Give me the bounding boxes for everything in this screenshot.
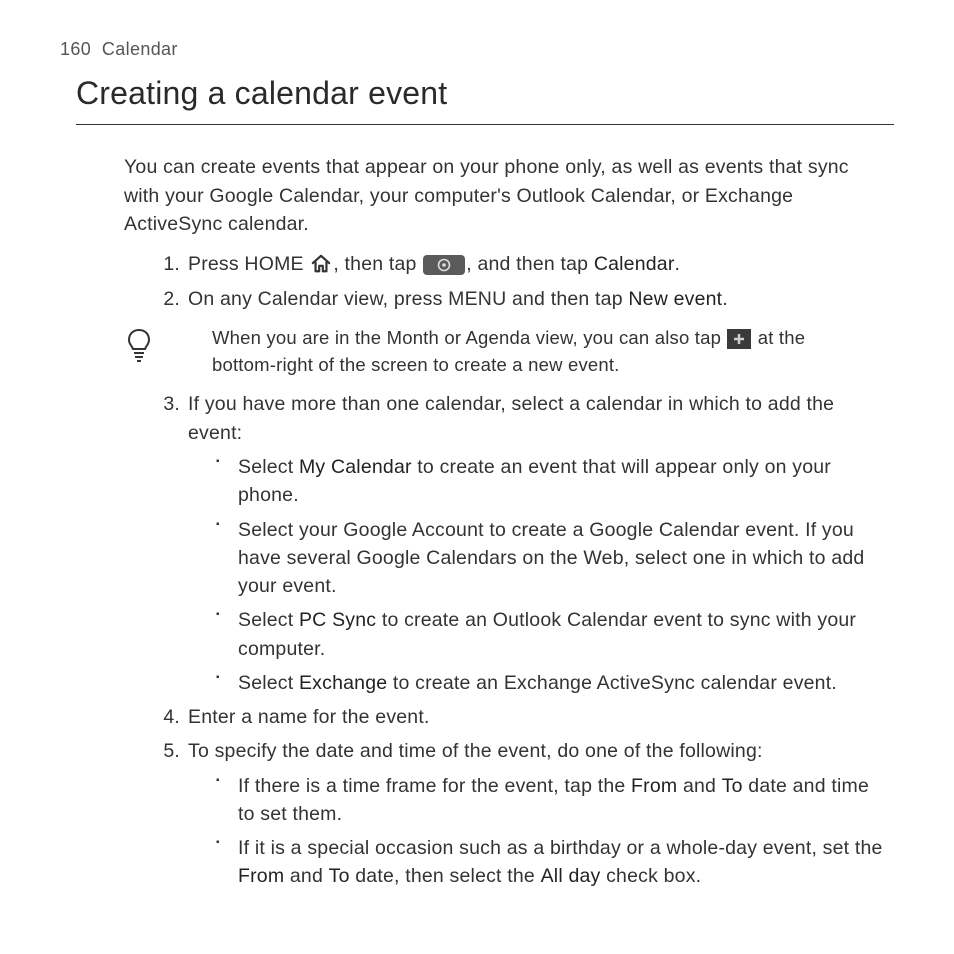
to-label: To (722, 775, 743, 797)
page-header: 160 Calendar (60, 36, 894, 62)
step-5-bullets: If there is a time frame for the event, … (216, 772, 884, 891)
step-text: Press HOME (188, 253, 309, 275)
tip-text: When you are in the Month or Agenda view… (212, 325, 874, 379)
bullet-time-frame: If there is a time frame for the event, … (216, 772, 884, 829)
step-text: If you have more than one calendar, sele… (188, 393, 834, 443)
step-3-bullets: Select My Calendar to create an event th… (216, 453, 884, 697)
step-text: , then tap (333, 253, 422, 275)
bullet-exchange: Select Exchange to create an Exchange Ac… (216, 669, 884, 697)
lightbulb-icon (124, 327, 172, 371)
bullet-google-account: Select your Google Account to create a G… (216, 516, 884, 601)
step-number: 5. (156, 737, 180, 765)
step-text: To specify the date and time of the even… (188, 740, 763, 762)
step-text: . (675, 253, 681, 275)
step-text: , and then tap (466, 253, 594, 275)
calendar-label: Calendar (594, 253, 675, 275)
bullet-all-day: If it is a special occasion such as a bi… (216, 834, 884, 891)
plus-icon (727, 329, 751, 349)
step-number: 1. (156, 250, 180, 278)
page-number: 160 (60, 39, 91, 59)
step-2: 2. On any Calendar view, press MENU and … (164, 285, 884, 313)
from-label: From (631, 775, 677, 797)
step-text: Enter a name for the event. (188, 706, 430, 728)
step-text: On any Calendar view, press MENU and the… (188, 288, 628, 310)
all-day-label: All day (541, 865, 601, 887)
to-label: To (329, 865, 350, 887)
bullet-my-calendar: Select My Calendar to create an event th… (216, 453, 884, 510)
exchange-label: Exchange (299, 672, 387, 694)
step-text: . (722, 288, 728, 310)
steps-list-continued: 3. If you have more than one calendar, s… (164, 390, 884, 890)
page-title: Creating a calendar event (76, 70, 894, 125)
intro-paragraph: You can create events that appear on you… (124, 153, 884, 238)
bullet-pc-sync: Select PC Sync to create an Outlook Cale… (216, 606, 884, 663)
steps-list: 1. Press HOME , then tap , and then tap … (164, 250, 884, 313)
section-name: Calendar (102, 39, 178, 59)
step-4: 4. Enter a name for the event. (164, 703, 884, 731)
home-icon (310, 254, 332, 274)
tip-part: When you are in the Month or Agenda view… (212, 327, 726, 348)
pc-sync-label: PC Sync (299, 609, 376, 631)
from-label: From (238, 865, 284, 887)
step-number: 3. (156, 390, 180, 418)
step-number: 2. (156, 285, 180, 313)
my-calendar-label: My Calendar (299, 456, 412, 478)
step-number: 4. (156, 703, 180, 731)
apps-button-icon (423, 255, 465, 275)
step-3: 3. If you have more than one calendar, s… (164, 390, 884, 697)
step-5: 5. To specify the date and time of the e… (164, 737, 884, 890)
new-event-label: New event (628, 288, 722, 310)
step-1: 1. Press HOME , then tap , and then tap … (164, 250, 884, 278)
tip-row: When you are in the Month or Agenda view… (124, 325, 884, 379)
